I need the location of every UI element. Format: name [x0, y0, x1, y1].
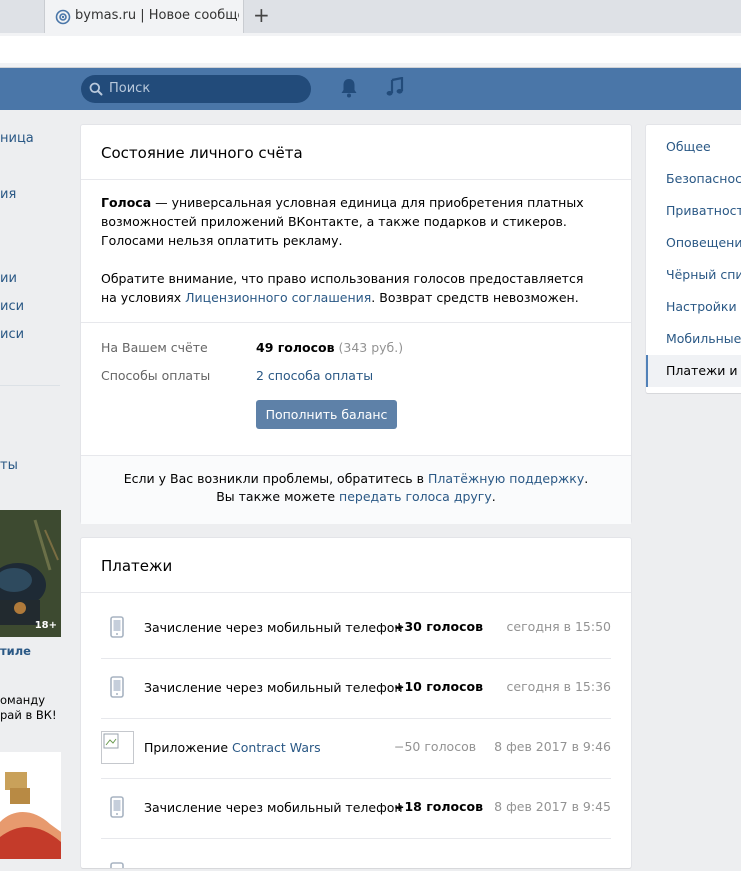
support-text: Если у Вас возникли проблемы, обратитесь… [123, 471, 428, 486]
balance-votes: 49 голосов [256, 340, 335, 355]
tab-title: bymas.ru | Новое сообщени [75, 8, 239, 23]
support-footer: Если у Вас возникли проблемы, обратитесь… [81, 455, 631, 524]
votes-term: Голоса [101, 195, 152, 210]
ad-image-2[interactable] [0, 752, 61, 859]
payment-date: 8 фев 2017 в 9:46 [494, 739, 611, 754]
transfer-text: Вы также можете [216, 489, 340, 504]
license-notice: Обратите внимание, что право использован… [101, 269, 591, 307]
payment-description: Приложение Contract Wars [144, 740, 321, 755]
site-header: Поиск [0, 68, 741, 110]
payment-description: Зачисление через мобильный телефон [144, 620, 403, 635]
license-agreement-link[interactable]: Лицензионного соглашения [185, 290, 371, 305]
broadcast-icon [55, 9, 71, 25]
transfer-votes-link[interactable]: передать голоса другу [339, 489, 492, 504]
age-rating-badge: 18+ [34, 620, 57, 631]
sidebar-item[interactable]: ница [0, 131, 34, 146]
payments-card-title: Платежи [101, 557, 173, 575]
sidebar-divider [0, 385, 60, 386]
payment-amount: +10 голосов [394, 679, 483, 694]
address-field[interactable] [0, 36, 741, 63]
top-up-button[interactable]: Пополнить баланс [256, 400, 397, 429]
payment-date: 8 фев 2017 в 9:45 [494, 799, 611, 814]
ad-title[interactable]: тиле [0, 644, 31, 658]
payment-date: сегодня в 15:50 [506, 619, 611, 634]
balance-card-title: Состояние личного счёта [101, 144, 303, 162]
menu-item-app-settings[interactable]: Настройки приложений [666, 299, 741, 314]
sidebar-item[interactable]: ии [0, 271, 17, 286]
payment-row: Зачисление через мобильный телефон +18 г… [101, 778, 611, 839]
menu-item-security[interactable]: Безопасность [666, 171, 741, 186]
menu-item-payments[interactable]: Платежи и переводы [666, 363, 741, 378]
payment-support-link[interactable]: Платёжную поддержку [428, 471, 584, 486]
menu-item-mobile-services[interactable]: Мобильные сервисы [666, 331, 741, 346]
votes-description: Голоса — универсальная условная единица … [101, 193, 591, 250]
ad-text-line: оманду [0, 693, 46, 707]
balance-value: 49 голосов (343 руб.) [256, 340, 403, 355]
active-item-indicator [646, 355, 648, 387]
sidebar-item[interactable]: ия [0, 187, 16, 202]
sidebar-item[interactable]: иси [0, 299, 24, 314]
phone-icon [110, 862, 124, 871]
support-period: . [584, 471, 589, 486]
menu-item-privacy[interactable]: Приватность [666, 203, 741, 218]
app-prefix: Приложение [144, 740, 233, 755]
left-sidebar: ница ия ии иси иси ты [0, 110, 62, 859]
phone-icon [110, 796, 124, 818]
search-input[interactable]: Поиск [81, 75, 311, 103]
sidebar-item[interactable]: ты [0, 458, 18, 473]
phone-icon [110, 616, 124, 638]
payment-description: Зачисление через мобильный телефон [144, 680, 403, 695]
payments-card: Платежи Зачисление через мобильный телеф… [81, 538, 631, 871]
transfer-period: . [491, 489, 496, 504]
votes-definition: — универсальная условная единица для при… [101, 195, 584, 248]
settings-menu: Общее Безопасность Приватность Оповещени… [646, 125, 741, 393]
payment-methods-link[interactable]: 2 способа оплаты [256, 368, 373, 383]
payment-row: Зачисление через мобильный телефон +10 г… [101, 658, 611, 719]
new-tab-button[interactable]: + [253, 5, 270, 25]
balance-card: Состояние личного счёта Голоса — универс… [81, 125, 631, 524]
payment-row: Зачисление через мобильный телефон +30 г… [101, 598, 611, 659]
menu-item-notifications[interactable]: Оповещения [666, 235, 741, 250]
payment-description: Зачисление через мобильный телефон [144, 800, 403, 815]
menu-item-blacklist[interactable]: Чёрный список [666, 267, 741, 282]
transfer-line: Вы также можете передать голоса другу. [81, 489, 631, 504]
ad-text-line: рай в ВК! [0, 708, 57, 722]
ad-illustration [0, 510, 61, 637]
license-notice-end: . Возврат средств невозможен. [371, 290, 579, 305]
payment-amount: +30 голосов [394, 619, 483, 634]
payment-amount: −50 голосов [394, 739, 477, 754]
payment-amount: +18 голосов [394, 799, 483, 814]
sidebar-item[interactable]: иси [0, 327, 24, 342]
browser-tab[interactable]: bymas.ru | Новое сообщени [44, 0, 244, 33]
address-bar [0, 33, 741, 68]
app-link[interactable]: Contract Wars [232, 740, 321, 755]
support-line: Если у Вас возникли проблемы, обратитесь… [81, 471, 631, 486]
handshake-illustration [0, 752, 61, 859]
menu-item-general[interactable]: Общее [666, 139, 711, 154]
search-placeholder: Поиск [109, 81, 151, 96]
broken-image-icon [103, 733, 119, 749]
ad-image[interactable]: 18+ [0, 510, 61, 637]
phone-icon-partial [110, 856, 124, 871]
search-icon [89, 82, 103, 96]
phone-icon [110, 676, 124, 698]
music-icon[interactable] [386, 77, 404, 97]
bell-icon[interactable] [340, 78, 358, 98]
payment-methods-label: Способы оплаты [101, 368, 211, 383]
browser-tab-strip: bymas.ru | Новое сообщени + [0, 0, 741, 33]
payment-date: сегодня в 15:36 [506, 679, 611, 694]
payment-row: Приложение Contract Wars −50 голосов 8 ф… [101, 718, 611, 779]
divider [81, 322, 631, 323]
balance-label: На Вашем счёте [101, 340, 208, 355]
divider [81, 592, 631, 593]
divider [81, 179, 631, 180]
balance-rub: (343 руб.) [338, 340, 404, 355]
app-icon[interactable] [101, 731, 134, 764]
